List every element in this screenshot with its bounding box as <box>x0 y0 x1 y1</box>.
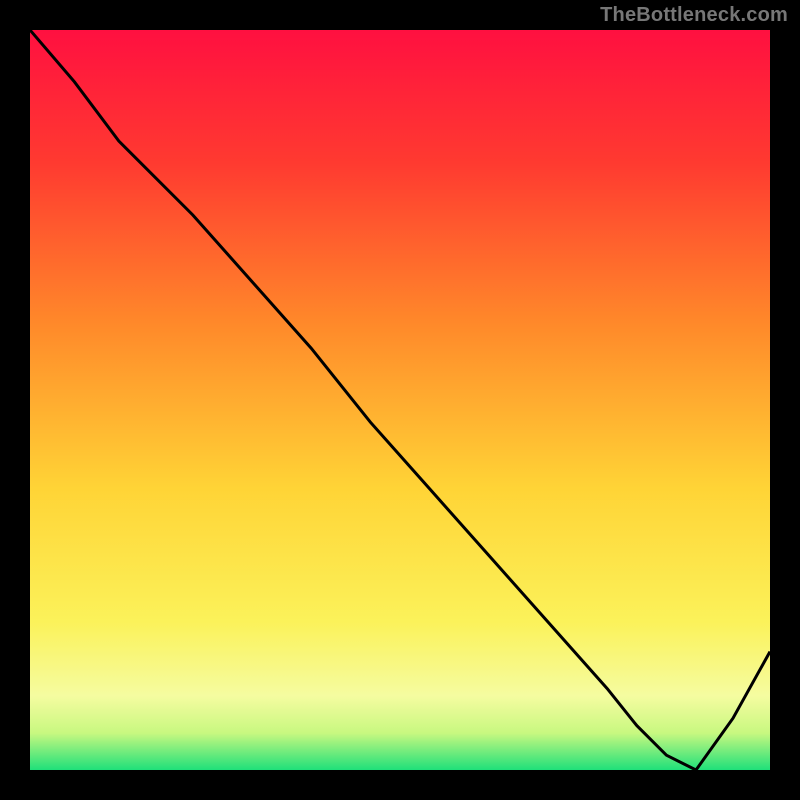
chart-container: TheBottleneck.com <box>0 0 800 800</box>
gradient-background <box>30 30 770 770</box>
attribution-text: TheBottleneck.com <box>600 4 788 27</box>
chart-svg <box>30 30 770 770</box>
plot-area <box>30 30 770 770</box>
